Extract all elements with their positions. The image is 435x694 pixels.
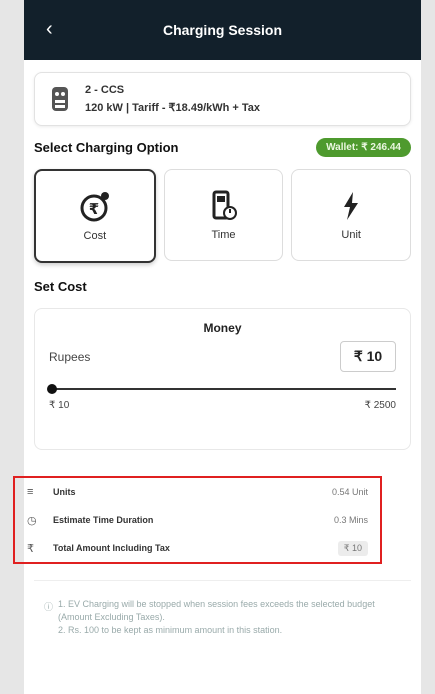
money-card: Money Rupees ₹ 10 ₹ 10 ₹ 2500 [34, 308, 411, 450]
money-title: Money [203, 321, 242, 335]
option-time-label: Time [211, 229, 236, 241]
slider-min-label: ₹ 10 [49, 400, 70, 411]
rupees-label: Rupees [49, 349, 91, 364]
app-header: ‹ Charging Session [24, 0, 421, 60]
option-unit[interactable]: Unit [291, 169, 412, 261]
units-label: Units [53, 487, 76, 497]
back-arrow-icon[interactable]: ‹ [46, 18, 53, 41]
note-line-2: 2. Rs. 100 to be kept as minimum amount … [58, 625, 283, 635]
select-option-title: Select Charging Option [34, 140, 179, 155]
slider-max-label: ₹ 2500 [364, 400, 396, 411]
summary-row-time: ◷ Estimate Time Duration 0.3 Mins [15, 506, 380, 534]
option-cost[interactable]: ₹ Cost [34, 169, 156, 263]
total-label: Total Amount Including Tax [53, 543, 170, 553]
option-cost-label: Cost [83, 230, 107, 242]
wallet-badge: Wallet: ₹ 246.44 [316, 138, 411, 157]
connector-name: 2 - CCS [85, 84, 125, 96]
connector-card: 2 - CCS 120 kW | Tariff - ₹18.49/kWh + T… [34, 72, 411, 126]
clock-icon: ◷ [27, 514, 37, 527]
page-title: Charging Session [162, 22, 283, 38]
note-line-1: 1. EV Charging will be stopped when sess… [58, 599, 375, 622]
charging-options: ₹ Cost Time Unit [24, 169, 421, 263]
total-value: ₹ 10 [337, 540, 368, 556]
info-icon: ⓘ [44, 602, 54, 612]
phone-screen: ‹ Charging Session 2 - CCS 120 kW | Tari… [24, 0, 421, 694]
summary-row-total: ₹ Total Amount Including Tax ₹ 10 [15, 534, 380, 562]
rupee-cost-icon: ₹ [80, 192, 109, 222]
info-note: 1. EV Charging will be stopped when sess… [58, 598, 388, 637]
cost-slider[interactable] [47, 382, 396, 396]
time-value: 0.3 Mins [333, 515, 368, 525]
time-meter-icon [212, 190, 237, 220]
rupee-icon: ₹ [27, 542, 34, 555]
slider-knob[interactable] [47, 384, 57, 394]
connector-tariff: 120 kW | Tariff - ₹18.49/kWh + Tax [85, 102, 261, 114]
amount-input[interactable]: ₹ 10 [340, 341, 396, 372]
time-label: Estimate Time Duration [53, 515, 154, 525]
units-value: 0.54 Unit [331, 487, 368, 497]
summary-row-units: ≡ Units 0.54 Unit [15, 478, 380, 506]
summary-box: ≡ Units 0.54 Unit ◷ Estimate Time Durati… [13, 476, 382, 564]
slider-track [49, 388, 396, 390]
option-time[interactable]: Time [163, 169, 284, 261]
set-cost-title: Set Cost [34, 279, 87, 294]
divider [34, 580, 411, 581]
ccs-connector-icon [49, 85, 71, 113]
units-icon: ≡ [27, 486, 34, 498]
svg-text:₹: ₹ [89, 200, 99, 218]
option-unit-label: Unit [341, 229, 361, 241]
lightning-icon [344, 192, 359, 220]
